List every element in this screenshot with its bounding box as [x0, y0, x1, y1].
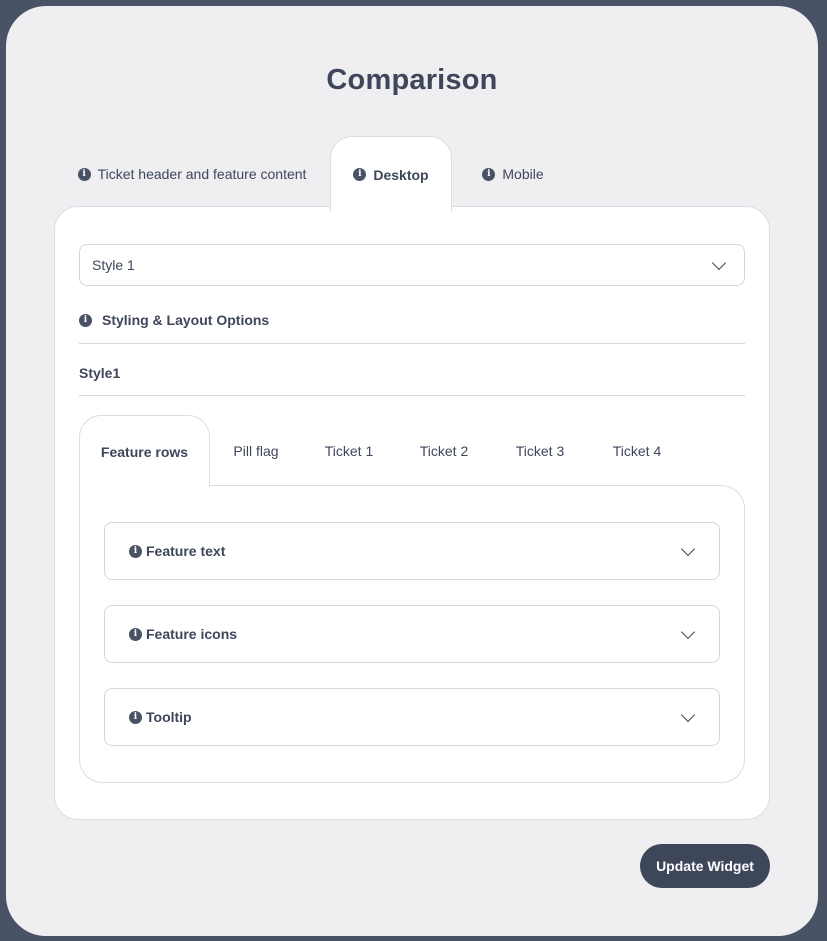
info-icon: i: [482, 167, 496, 181]
chevron-down-icon: [680, 707, 696, 723]
style-select[interactable]: Style 1: [79, 244, 745, 286]
desktop-panel: Style 1 i Styling & Layout Options Style…: [54, 206, 770, 820]
divider: [79, 395, 745, 396]
accordion-label: Feature text: [146, 543, 226, 559]
tab-ticket-header[interactable]: i Ticket header and feature content: [54, 136, 330, 212]
tab-ticket-1[interactable]: Ticket 1: [302, 415, 396, 487]
info-icon: i: [79, 313, 92, 327]
feature-rows-panel: i Feature text i Feature icons i Tooltip: [79, 485, 745, 783]
chevron-down-icon: [711, 255, 727, 271]
accordion-feature-icons[interactable]: i Feature icons: [104, 605, 720, 663]
info-icon: i: [129, 627, 142, 641]
info-icon: i: [129, 544, 142, 558]
update-widget-button[interactable]: Update Widget: [640, 844, 770, 888]
tab-ticket-4[interactable]: Ticket 4: [588, 415, 686, 487]
tab-desktop[interactable]: i Desktop: [330, 136, 452, 212]
top-tab-bar: i Ticket header and feature content i De…: [54, 136, 770, 212]
accordion-feature-text[interactable]: i Feature text: [104, 522, 720, 580]
styling-section-label: Styling & Layout Options: [102, 312, 270, 328]
tab-pill-flag[interactable]: Pill flag: [210, 415, 302, 487]
chevron-down-icon: [680, 541, 696, 557]
tab-label: Mobile: [502, 166, 544, 182]
chevron-down-icon: [680, 624, 696, 640]
info-icon: i: [353, 168, 367, 181]
divider: [79, 343, 745, 344]
accordion-tooltip[interactable]: i Tooltip: [104, 688, 720, 746]
tab-ticket-2[interactable]: Ticket 2: [396, 415, 492, 487]
comparison-modal: Comparison i Ticket header and feature c…: [6, 6, 818, 936]
style-select-value: Style 1: [92, 257, 135, 273]
accordion-label: Tooltip: [146, 709, 192, 725]
inner-tab-bar: Feature rows Pill flag Ticket 1 Ticket 2…: [79, 415, 745, 487]
info-icon: i: [129, 710, 142, 724]
info-icon: i: [77, 167, 91, 181]
tab-label: Desktop: [373, 166, 429, 183]
style-name: Style1: [79, 365, 121, 381]
accordion-label: Feature icons: [146, 626, 238, 642]
modal-title: Comparison: [326, 64, 498, 96]
tab-mobile[interactable]: i Mobile: [452, 136, 574, 212]
tab-feature-rows[interactable]: Feature rows: [79, 415, 210, 487]
styling-section-header: i Styling & Layout Options: [79, 312, 269, 328]
tab-label: Ticket header and feature content: [97, 166, 307, 182]
tab-ticket-3[interactable]: Ticket 3: [492, 415, 588, 487]
